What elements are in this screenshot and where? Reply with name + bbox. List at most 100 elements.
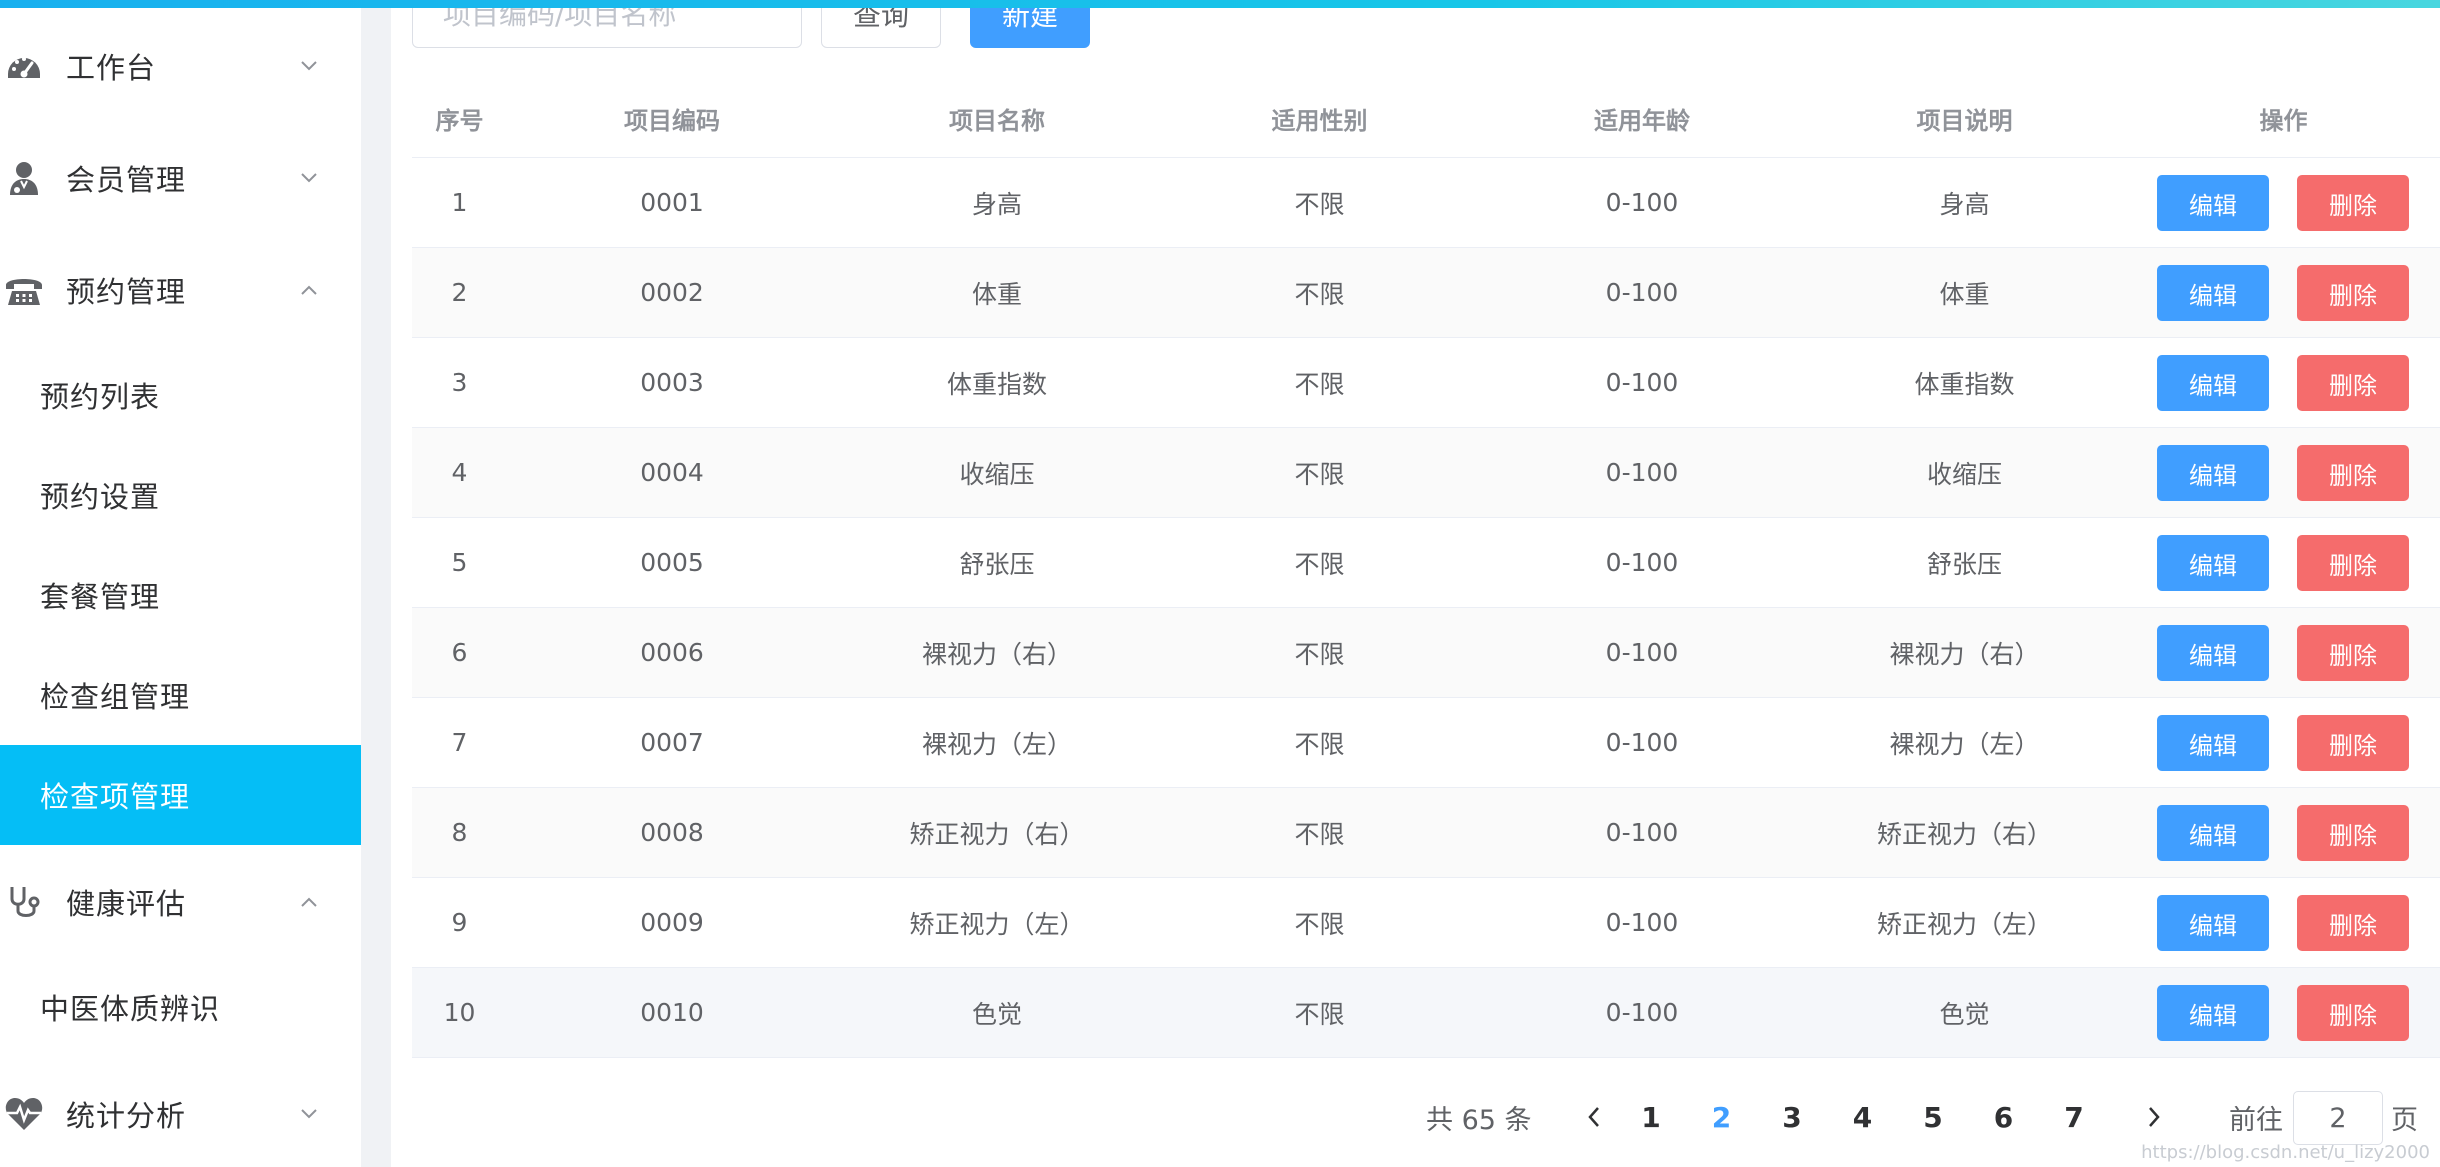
delete-button[interactable]: 删除 <box>2297 805 2409 861</box>
cell-code: 0005 <box>640 548 704 577</box>
chevron-up-icon <box>298 891 320 913</box>
cell-name: 体重指数 <box>946 369 1047 399</box>
cell-gender: 不限 <box>1294 369 1345 399</box>
watermark: https://blog.csdn.net/u_lizy2000 <box>2141 1142 2430 1163</box>
cell-age: 0-100 <box>1605 458 1679 487</box>
sidebar-item-label: 预约列表 <box>40 380 161 414</box>
app-root: 工作台 会员管理 预约管理 预约列表 预约设置 套餐管理 检查组管理 检查项管理… <box>0 0 2440 1167</box>
main-content: 查询 新建 序号 项目编码 项目名称 适用性别 适用年龄 项目说明 操作 100… <box>391 0 2440 1167</box>
cell-remark: 舒张压 <box>1926 549 2002 579</box>
header-index: 序号 <box>435 107 484 135</box>
delete-button[interactable]: 删除 <box>2297 715 2409 771</box>
cell-code: 0006 <box>640 638 704 667</box>
edit-button[interactable]: 编辑 <box>2157 895 2269 951</box>
edit-button[interactable]: 编辑 <box>2157 445 2269 501</box>
menu-group-stats[interactable]: 统计分析 <box>0 1064 361 1164</box>
delete-button[interactable]: 删除 <box>2297 985 2409 1041</box>
delete-button[interactable]: 删除 <box>2297 355 2409 411</box>
delete-button[interactable]: 删除 <box>2297 625 2409 681</box>
table-row: 3 0003 体重指数 不限 0-100 体重指数 编辑 删除 <box>412 338 2440 428</box>
page-number-3[interactable]: 3 <box>1764 1085 1820 1150</box>
cell-age: 0-100 <box>1605 908 1679 937</box>
cell-age: 0-100 <box>1605 998 1679 1027</box>
chevron-down-icon <box>298 1103 320 1125</box>
page-number-1[interactable]: 1 <box>1623 1085 1679 1150</box>
sidebar-item-label: 套餐管理 <box>40 580 161 614</box>
cell-code: 0002 <box>640 278 704 307</box>
sidebar-item-appointment-list[interactable]: 预约列表 <box>0 345 361 445</box>
page-number-5[interactable]: 5 <box>1905 1085 1961 1150</box>
cell-name: 收缩压 <box>959 459 1035 489</box>
table-row: 6 0006 裸视力（右） 不限 0-100 裸视力（右） 编辑 删除 <box>412 608 2440 698</box>
cell-code: 0008 <box>640 818 704 847</box>
cell-age: 0-100 <box>1605 548 1679 577</box>
edit-button[interactable]: 编辑 <box>2157 625 2269 681</box>
cell-remark: 矫正视力（右） <box>1876 819 2052 849</box>
cell-remark: 收缩压 <box>1926 459 2002 489</box>
goto-page-input[interactable] <box>2293 1091 2383 1145</box>
delete-button[interactable]: 删除 <box>2297 535 2409 591</box>
sidebar-item-label: 检查项管理 <box>40 780 191 814</box>
edit-button[interactable]: 编辑 <box>2157 715 2269 771</box>
table-row: 10 0010 色觉 不限 0-100 色觉 编辑 删除 <box>412 968 2440 1058</box>
delete-button[interactable]: 删除 <box>2297 175 2409 231</box>
cell-index: 5 <box>451 548 468 577</box>
cell-remark: 裸视力（左） <box>1889 729 2040 759</box>
prev-page-icon[interactable] <box>1572 1095 1616 1139</box>
chevron-down-icon <box>298 167 320 189</box>
header-actions: 操作 <box>2259 107 2308 135</box>
edit-button[interactable]: 编辑 <box>2157 805 2269 861</box>
cell-age: 0-100 <box>1605 368 1679 397</box>
edit-button[interactable]: 编辑 <box>2157 355 2269 411</box>
cell-age: 0-100 <box>1605 188 1679 217</box>
edit-button[interactable]: 编辑 <box>2157 265 2269 321</box>
page-number-7[interactable]: 7 <box>2046 1085 2102 1150</box>
menu-group-health[interactable]: 健康评估 <box>0 852 361 952</box>
sidebar-item-label: 预约设置 <box>40 480 161 514</box>
heartbeat-icon <box>4 1094 44 1134</box>
delete-button[interactable]: 删除 <box>2297 895 2409 951</box>
sidebar-item-tcm-constitution[interactable]: 中医体质辨识 <box>0 957 361 1057</box>
cell-name: 矫正视力（左） <box>909 909 1085 939</box>
cell-index: 9 <box>451 908 468 937</box>
cell-code: 0001 <box>640 188 704 217</box>
sidebar-item-label: 中医体质辨识 <box>40 992 221 1026</box>
cell-code: 0009 <box>640 908 704 937</box>
header-code: 项目编码 <box>624 107 720 135</box>
menu-group-members[interactable]: 会员管理 <box>0 128 361 228</box>
sidebar-item-check-item-management[interactable]: 检查项管理 <box>0 745 361 845</box>
edit-button[interactable]: 编辑 <box>2157 175 2269 231</box>
chevron-up-icon <box>298 279 320 301</box>
menu-group-appointments[interactable]: 预约管理 <box>0 240 361 340</box>
menu-group-label: 健康评估 <box>66 887 187 921</box>
cell-remark: 矫正视力（左） <box>1876 909 2052 939</box>
table-row: 1 0001 身高 不限 0-100 身高 编辑 删除 <box>412 158 2440 248</box>
cell-gender: 不限 <box>1294 909 1345 939</box>
delete-button[interactable]: 删除 <box>2297 265 2409 321</box>
sidebar-item-label: 检查组管理 <box>40 680 191 714</box>
cell-remark: 体重指数 <box>1914 369 2015 399</box>
sidebar-item-check-group-management[interactable]: 检查组管理 <box>0 645 361 745</box>
cell-gender: 不限 <box>1294 279 1345 309</box>
cell-name: 裸视力（右） <box>921 639 1072 669</box>
delete-button[interactable]: 删除 <box>2297 445 2409 501</box>
sidebar-item-appointment-settings[interactable]: 预约设置 <box>0 445 361 545</box>
header-remark: 项目说明 <box>1916 107 2013 135</box>
edit-button[interactable]: 编辑 <box>2157 535 2269 591</box>
sidebar-item-package-management[interactable]: 套餐管理 <box>0 545 361 645</box>
cell-index: 1 <box>451 188 468 217</box>
cell-index: 4 <box>451 458 468 487</box>
cell-remark: 身高 <box>1939 189 1990 219</box>
next-page-icon[interactable] <box>2132 1095 2176 1139</box>
page-number-2[interactable]: 2 <box>1694 1085 1750 1150</box>
cell-name: 体重 <box>971 279 1022 309</box>
pagination-total: 共 65 条 <box>1426 1105 1532 1136</box>
cell-gender: 不限 <box>1294 189 1345 219</box>
edit-button[interactable]: 编辑 <box>2157 985 2269 1041</box>
cell-code: 0004 <box>640 458 704 487</box>
page-number-4[interactable]: 4 <box>1835 1085 1891 1150</box>
menu-group-workbench[interactable]: 工作台 <box>0 16 361 116</box>
page-number-6[interactable]: 6 <box>1976 1085 2032 1150</box>
cell-index: 10 <box>443 998 476 1027</box>
cell-gender: 不限 <box>1294 459 1345 489</box>
